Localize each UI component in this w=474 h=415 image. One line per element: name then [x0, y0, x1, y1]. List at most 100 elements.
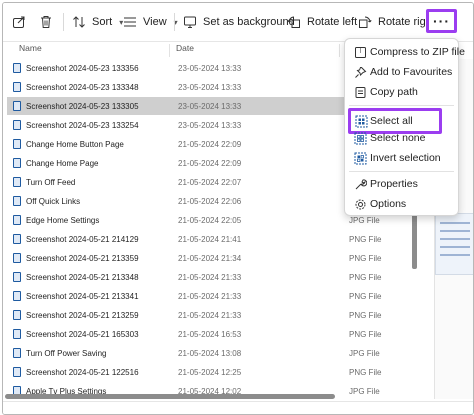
menu-item-label: Add to Favourites: [370, 66, 453, 78]
share-button[interactable]: [11, 10, 27, 34]
menu-item-properties[interactable]: Properties: [349, 174, 454, 194]
file-date: 23-05-2024 13:33: [178, 63, 242, 73]
see-more-button[interactable]: ···: [426, 9, 457, 33]
file-row[interactable]: Edge Home Settings 21-05-2024 22:05 JPG Fi…: [7, 211, 380, 229]
select-all-icon: [354, 114, 368, 128]
copy-path-icon: [353, 85, 367, 99]
file-date: 21-05-2024 21:33: [178, 291, 242, 301]
toolbar-divider: [63, 13, 64, 31]
image-file-icon: [13, 310, 21, 320]
pin-icon: [353, 65, 367, 79]
image-file-icon: [13, 348, 21, 358]
select-none-icon: [353, 131, 367, 145]
image-file-icon: [13, 177, 21, 187]
column-header-date[interactable]: Date: [176, 43, 194, 53]
image-file-icon: [13, 196, 21, 206]
menu-item-add-to-favourites[interactable]: Add to Favourites: [349, 62, 454, 82]
menu-item-label: Select none: [370, 132, 426, 144]
image-file-icon: [13, 291, 21, 301]
sort-icon: [71, 14, 87, 30]
menu-item-label: Invert selection: [370, 152, 441, 164]
menu-item-copy-path[interactable]: Copy path: [349, 82, 454, 102]
image-file-icon: [13, 253, 21, 263]
file-name: Screenshot 2024-05-23 133254: [26, 120, 139, 130]
file-row[interactable]: Turn Off Feed 21-05-2024 22:07: [7, 173, 349, 191]
file-row[interactable]: Off Quick Links 21-05-2024 22:06: [7, 192, 349, 210]
file-date: 21-05-2024 22:09: [178, 139, 242, 149]
rotate-left-icon: [286, 14, 302, 30]
view-icon: [122, 14, 138, 30]
file-name: Screenshot 2024-05-23 133348: [26, 82, 139, 92]
file-date: 21-05-2024 16:53: [178, 329, 242, 339]
zip-icon: [353, 45, 367, 59]
see-more-menu: Compress to ZIP file Add to Favourites C…: [344, 38, 465, 216]
file-row[interactable]: Screenshot 2024-05-21 165303 21-05-2024 1…: [7, 325, 381, 343]
file-name: Screenshot 2024-05-21 214129: [26, 234, 139, 244]
menu-item-select-none[interactable]: Select none: [349, 128, 454, 148]
file-date: 21-05-2024 22:09: [178, 158, 242, 168]
delete-button[interactable]: [38, 10, 54, 34]
wrench-icon: [353, 177, 367, 191]
image-file-icon: [13, 234, 21, 244]
file-date: 21-05-2024 21:33: [178, 272, 242, 282]
image-file-icon: [13, 139, 21, 149]
file-type: JPG File: [349, 215, 380, 225]
column-divider[interactable]: [169, 44, 170, 57]
file-explorer-window: Sort ▾ View ▾ Set as background Rotate l…: [2, 2, 474, 415]
file-type: PNG File: [349, 329, 382, 339]
view-button[interactable]: View ▾: [122, 10, 178, 34]
file-row[interactable]: Change Home Page 21-05-2024 22:09: [7, 154, 349, 172]
file-row[interactable]: Screenshot 2024-05-21 213259 21-05-2024 2…: [7, 306, 381, 324]
file-type: PNG File: [349, 272, 382, 282]
file-row[interactable]: Screenshot 2024-05-23 133254 23-05-2024 1…: [7, 116, 349, 134]
gear-icon: [353, 197, 367, 211]
set-as-background-label: Set as background: [203, 16, 295, 28]
file-date: 21-05-2024 21:41: [178, 234, 242, 244]
trash-icon: [38, 14, 54, 30]
horizontal-scrollbar[interactable]: [5, 394, 335, 399]
file-row[interactable]: Screenshot 2024-05-23 133356 23-05-2024 1…: [7, 59, 349, 77]
file-row[interactable]: Change Home Button Page 21-05-2024 22:09: [7, 135, 349, 153]
menu-item-label: Copy path: [370, 86, 418, 98]
rotate-right-button[interactable]: Rotate right: [357, 10, 435, 34]
column-divider[interactable]: [339, 44, 340, 57]
file-name: Change Home Page: [26, 158, 99, 168]
file-row[interactable]: Screenshot 2024-05-21 213348 21-05-2024 2…: [7, 268, 381, 286]
sort-button[interactable]: Sort ▾: [71, 10, 123, 34]
status-bar: [3, 401, 473, 414]
file-type: PNG File: [349, 234, 382, 244]
file-name: Screenshot 2024-05-23 133356: [26, 63, 139, 73]
menu-item-invert-selection[interactable]: Invert selection: [349, 148, 454, 168]
file-row[interactable]: Screenshot 2024-05-21 213359 21-05-2024 2…: [7, 249, 381, 267]
file-date: 21-05-2024 12:25: [178, 367, 242, 377]
rotate-left-label: Rotate left: [307, 16, 358, 28]
image-file-icon: [13, 158, 21, 168]
menu-item-options[interactable]: Options: [349, 194, 454, 214]
file-name: Turn Off Power Saving: [26, 348, 107, 358]
file-row[interactable]: Screenshot 2024-05-23 133348 23-05-2024 1…: [7, 78, 349, 96]
column-header-name[interactable]: Name: [19, 43, 42, 53]
rotate-left-button[interactable]: Rotate left: [286, 10, 357, 34]
file-row[interactable]: Screenshot 2024-05-21 213341 21-05-2024 2…: [7, 287, 381, 305]
file-date: 23-05-2024 13:33: [178, 120, 242, 130]
file-name: Screenshot 2024-05-21 213359: [26, 253, 139, 263]
file-row[interactable]: Turn Off Power Saving 21-05-2024 13:08 JPG…: [7, 344, 380, 362]
menu-divider: [349, 171, 454, 172]
file-row[interactable]: Screenshot 2024-05-23 133305 23-05-2024 1…: [7, 97, 349, 115]
share-icon: [11, 14, 27, 30]
file-type: JPG File: [349, 386, 380, 396]
file-row[interactable]: Screenshot 2024-05-21 122516 21-05-2024 1…: [7, 363, 381, 381]
toolbar-divider: [174, 13, 175, 31]
image-file-icon: [13, 272, 21, 282]
file-date: 23-05-2024 13:33: [178, 101, 242, 111]
file-date: 21-05-2024 22:07: [178, 177, 242, 187]
file-type: PNG File: [349, 310, 382, 320]
menu-item-compress-zip[interactable]: Compress to ZIP file: [349, 42, 465, 62]
set-as-background-button[interactable]: Set as background: [182, 10, 295, 34]
file-name: Screenshot 2024-05-21 165303: [26, 329, 139, 339]
file-name: Screenshot 2024-05-21 213259: [26, 310, 139, 320]
image-file-icon: [13, 329, 21, 339]
file-type: PNG File: [349, 253, 382, 263]
file-type: PNG File: [349, 367, 382, 377]
file-row[interactable]: Screenshot 2024-05-21 214129 21-05-2024 2…: [7, 230, 381, 248]
